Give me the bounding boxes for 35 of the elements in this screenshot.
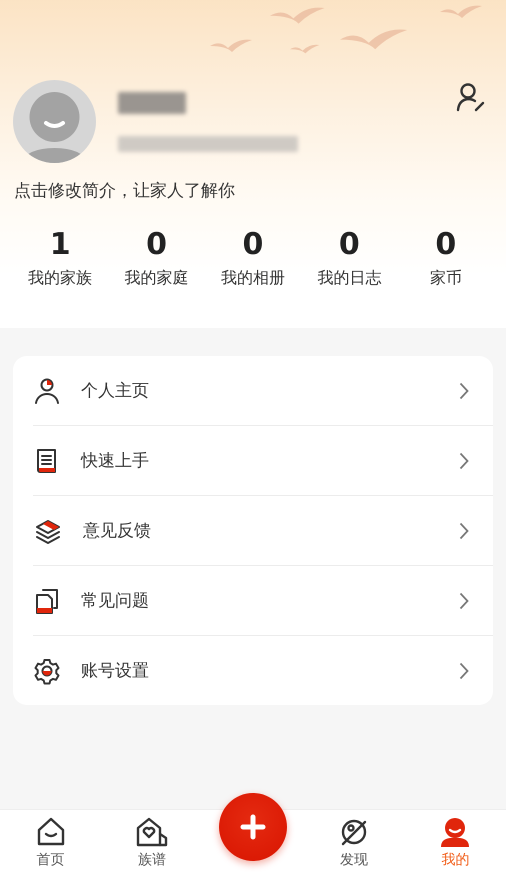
tab[interactable]: 首页 (0, 810, 102, 876)
stat-count: 1 (50, 230, 71, 260)
stat-label: 家币 (430, 268, 462, 289)
menu-item[interactable]: 意见反馈 (33, 495, 493, 565)
settings-icon (33, 656, 61, 684)
menu-item[interactable]: 账号设置 (33, 635, 493, 705)
add-button[interactable] (219, 793, 287, 861)
chevron-icon (459, 382, 469, 400)
tab[interactable]: 发现 (304, 810, 405, 876)
menu-label: 账号设置 (81, 660, 150, 682)
stat-label: 我的家庭 (124, 268, 189, 289)
chevron-icon (459, 592, 469, 610)
menu-label: 常见问题 (81, 590, 150, 612)
plus-icon (240, 814, 266, 840)
menu-item[interactable]: 快速上手 (33, 425, 493, 495)
stat-label: 我的家族 (28, 268, 92, 289)
bio-text[interactable]: 点击修改简介，让家人了解你 (0, 163, 506, 202)
stat-count: 0 (146, 230, 168, 260)
chevron-icon (459, 452, 469, 470)
menu-item[interactable]: 个人主页 (33, 356, 493, 425)
menu-label: 意见反馈 (83, 520, 152, 542)
stat-label: 我的相册 (220, 268, 285, 289)
stat-count: 0 (338, 230, 360, 260)
chevron-icon (459, 662, 469, 680)
stat-count: 0 (435, 230, 456, 260)
blurred-name (118, 92, 186, 114)
menu-item[interactable]: 常见问题 (33, 565, 493, 635)
tab[interactable]: 族谱 (101, 810, 202, 876)
stat-label: 我的日志 (317, 268, 382, 289)
menu-label: 个人主页 (81, 380, 150, 402)
chevron-icon (459, 522, 469, 540)
person-icon (33, 376, 61, 404)
documents-icon (33, 586, 61, 614)
stat-count: 0 (242, 230, 264, 260)
menu-label: 快速上手 (81, 450, 150, 472)
